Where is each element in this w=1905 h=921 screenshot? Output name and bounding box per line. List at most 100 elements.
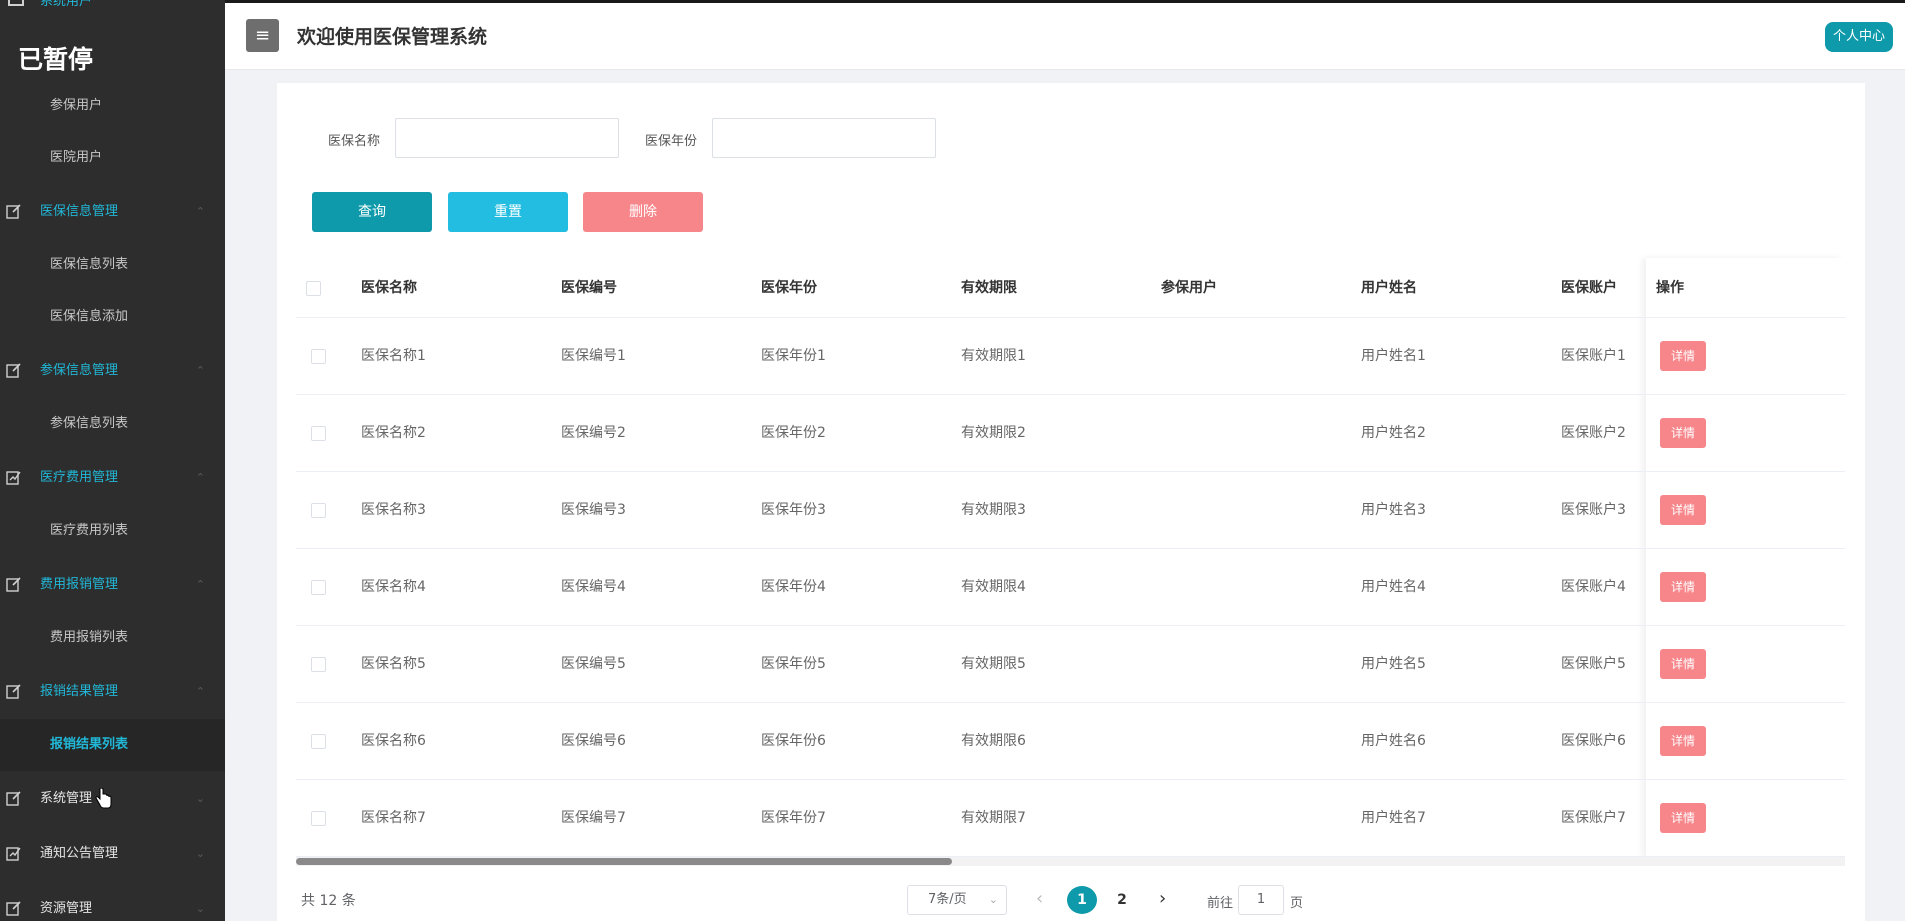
menu-toggle-icon[interactable]: ≡ [246, 19, 279, 52]
select-all-checkbox[interactable] [306, 281, 321, 296]
detail-button[interactable]: 详情 [1660, 572, 1706, 602]
row-checkbox[interactable] [311, 503, 326, 518]
table-header: 医保名称 医保编号 医保年份 有效期限 参保用户 用户姓名 医保账户 操作 [296, 258, 1845, 318]
table-cell: 有效期限1 [961, 348, 1026, 364]
table-cell: 医保名称5 [361, 656, 426, 672]
table-cell: 医保编号2 [561, 425, 626, 441]
sidebar-subitem[interactable]: 医疗费用列表 [0, 505, 225, 557]
page-size-select[interactable]: 7条/页 ⌄ [907, 885, 1007, 915]
page-1-button[interactable]: 1 [1067, 886, 1097, 914]
detail-button[interactable]: 详情 [1660, 726, 1706, 756]
chevron-down-icon: ⌄ [988, 893, 998, 906]
table-cell: 有效期限5 [961, 656, 1026, 672]
sidebar-subitem[interactable]: 医院用户 [0, 132, 225, 184]
sidebar-subitem[interactable]: 医保信息列表 [0, 239, 225, 291]
table-cell: 医保账户6 [1561, 733, 1626, 749]
column-header: 参保用户 [1161, 280, 1217, 296]
row-checkbox[interactable] [311, 580, 326, 595]
next-page-button[interactable]: › [1159, 888, 1166, 909]
chevron-up-icon: ⌃ [195, 364, 205, 377]
sidebar-item-system-users[interactable]: 系统用户 [0, 0, 225, 12]
page-2-button[interactable]: 2 [1107, 886, 1137, 914]
goto-page-input[interactable]: 1 [1238, 885, 1284, 915]
table-cell: 用户姓名7 [1361, 810, 1426, 826]
sidebar-group-label: 医疗费用管理 [40, 470, 119, 485]
table-cell: 医保编号7 [561, 810, 626, 826]
goto-suffix: 页 [1290, 896, 1304, 911]
sidebar-group[interactable]: 资源管理 ⌄ [0, 881, 225, 921]
table-cell: 医保名称1 [361, 348, 426, 364]
table-cell: 医保编号5 [561, 656, 626, 672]
chevron-down-icon: ⌄ [195, 902, 205, 915]
table-cell: 用户姓名3 [1361, 502, 1426, 518]
detail-button[interactable]: 详情 [1660, 649, 1706, 679]
personal-center-button[interactable]: 个人中心 [1825, 22, 1893, 52]
chevron-up-icon: ⌃ [195, 578, 205, 591]
search-name-input[interactable] [395, 118, 619, 158]
sidebar-group[interactable]: 通知公告管理 ⌄ [0, 826, 225, 881]
sidebar-group-label: 医保信息管理 [40, 204, 119, 219]
table-cell: 医保名称6 [361, 733, 426, 749]
sidebar-group-label: 系统管理 [40, 791, 93, 806]
table-cell: 有效期限4 [961, 579, 1026, 595]
sidebar-subitem[interactable]: 医保信息添加 [0, 291, 225, 343]
search-year-input[interactable] [712, 118, 936, 158]
table-cell: 有效期限2 [961, 425, 1026, 441]
row-checkbox[interactable] [311, 734, 326, 749]
sidebar-group[interactable]: 参保信息管理 ⌃ [0, 343, 225, 398]
total-count: 共 12 条 [301, 893, 356, 909]
delete-button[interactable]: 删除 [583, 192, 703, 232]
table-row: 医保名称3 医保编号3 医保年份3 有效期限3 用户姓名3 医保账户3 详情 [296, 472, 1845, 549]
row-checkbox[interactable] [311, 657, 326, 672]
table-cell: 医保年份2 [761, 425, 826, 441]
header: ≡ 欢迎使用医保管理系统 个人中心 [225, 3, 1905, 70]
scrollbar-thumb[interactable] [296, 858, 952, 865]
prev-page-button[interactable]: ‹ [1036, 888, 1043, 909]
sidebar-subitem[interactable]: 参保用户 [0, 80, 225, 132]
table-row: 医保名称7 医保编号7 医保年份7 有效期限7 用户姓名7 医保账户7 详情 [296, 780, 1845, 857]
edit-icon [6, 900, 22, 916]
sidebar-group[interactable]: 医疗费用管理 ⌃ [0, 450, 225, 505]
table-cell: 有效期限3 [961, 502, 1026, 518]
row-checkbox[interactable] [311, 811, 326, 826]
column-header: 医保年份 [761, 280, 817, 296]
detail-button[interactable]: 详情 [1660, 418, 1706, 448]
table-cell: 医保编号1 [561, 348, 626, 364]
sidebar-group-label: 报销结果管理 [40, 684, 119, 699]
sidebar-group[interactable]: 医保信息管理 ⌃ [0, 184, 225, 239]
chevron-down-icon: ⌄ [195, 792, 205, 805]
row-checkbox[interactable] [311, 349, 326, 364]
chevron-down-icon: ⌄ [195, 847, 205, 860]
detail-button[interactable]: 详情 [1660, 803, 1706, 833]
column-header: 医保名称 [361, 280, 417, 296]
reset-button[interactable]: 重置 [448, 192, 568, 232]
table-cell: 有效期限6 [961, 733, 1026, 749]
table-cell: 医保账户5 [1561, 656, 1626, 672]
sidebar: 系统用户 已暂停 参保用户 医院用户 医保信息管理 ⌃ 医保信息列表 医保信息添加 参保信息… [0, 0, 225, 921]
sidebar-group[interactable]: 费用报销管理 ⌃ [0, 557, 225, 612]
table-row: 医保名称6 医保编号6 医保年份6 有效期限6 用户姓名6 医保账户6 详情 [296, 703, 1845, 780]
sidebar-subitem[interactable]: 费用报销列表 [0, 612, 225, 664]
table-cell: 医保年份6 [761, 733, 826, 749]
chart-icon [6, 469, 22, 485]
table-cell: 医保编号4 [561, 579, 626, 595]
table-cell: 医保年份5 [761, 656, 826, 672]
chart-icon [6, 845, 22, 861]
detail-button[interactable]: 详情 [1660, 341, 1706, 371]
table-cell: 医保年份7 [761, 810, 826, 826]
sidebar-subitem[interactable]: 报销结果列表 [0, 719, 225, 771]
table-cell: 医保编号3 [561, 502, 626, 518]
edit-icon [6, 790, 22, 806]
sidebar-subitem[interactable]: 参保信息列表 [0, 398, 225, 450]
row-checkbox[interactable] [311, 426, 326, 441]
table-row: 医保名称5 医保编号5 医保年份5 有效期限5 用户姓名5 医保账户5 详情 [296, 626, 1845, 703]
table-cell: 医保账户4 [1561, 579, 1626, 595]
table-cell: 医保年份3 [761, 502, 826, 518]
column-header: 用户姓名 [1361, 280, 1417, 296]
table-cell: 医保年份4 [761, 579, 826, 595]
detail-button[interactable]: 详情 [1660, 495, 1706, 525]
sidebar-group[interactable]: 报销结果管理 ⌃ [0, 664, 225, 719]
table-row: 医保名称4 医保编号4 医保年份4 有效期限4 用户姓名4 医保账户4 详情 [296, 549, 1845, 626]
column-header: 操作 [1656, 280, 1684, 296]
query-button[interactable]: 查询 [312, 192, 432, 232]
